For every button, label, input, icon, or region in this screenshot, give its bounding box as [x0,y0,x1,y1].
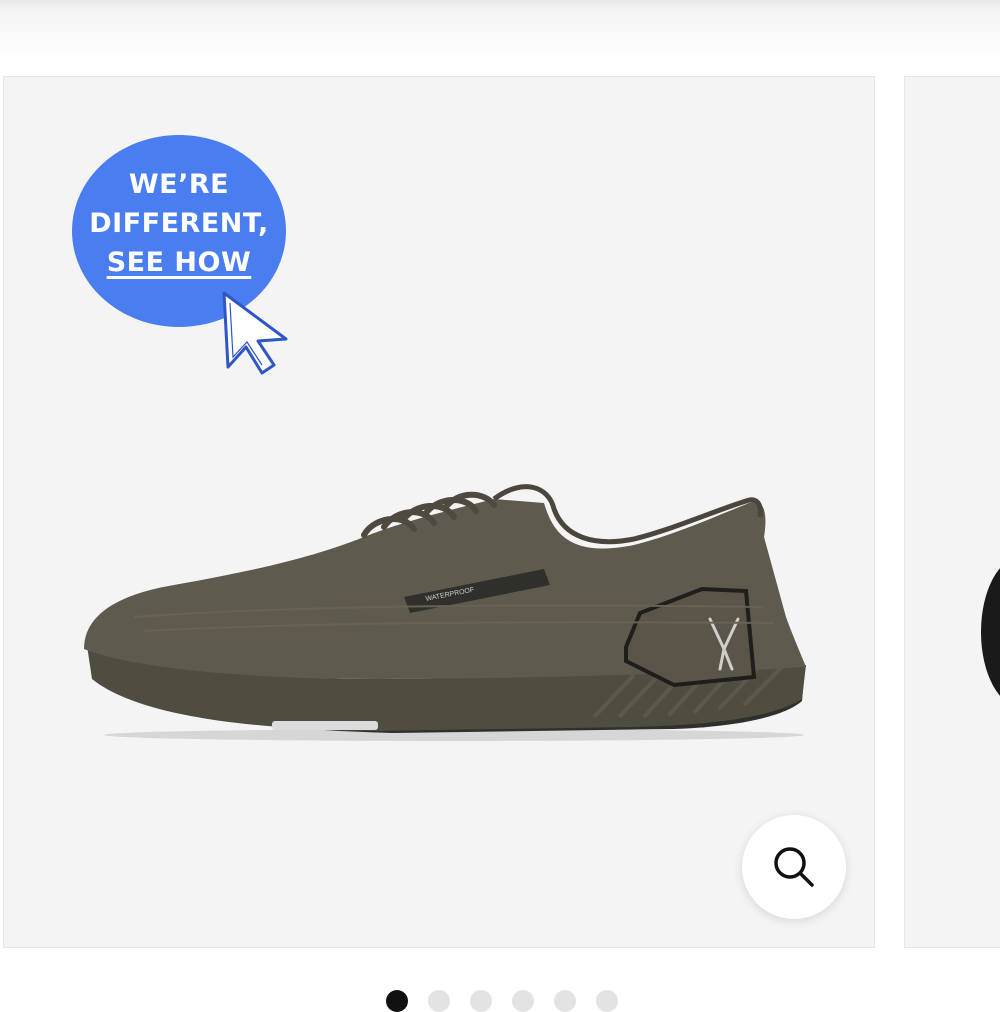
badge-line-3-wrap: SEE HOW [72,247,286,279]
product-image-card[interactable]: WE’RE DIFFERENT, SEE HOW WATERPROOF [3,76,875,948]
carousel-dot-3[interactable] [470,990,492,1012]
top-header-bar [0,0,1000,62]
carousel-dot-2[interactable] [428,990,450,1012]
carousel-dot-4[interactable] [512,990,534,1012]
see-how-link[interactable]: SEE HOW [107,247,252,278]
pointer-cursor-icon [222,291,288,375]
carousel-pagination [386,990,618,1012]
carousel-dot-5[interactable] [554,990,576,1012]
next-shoe-image [981,557,1000,707]
search-icon [774,847,814,887]
carousel-dot-1[interactable] [386,990,408,1012]
shoe-product-image: WATERPROOF [84,484,806,741]
next-product-image-card[interactable] [904,76,1000,948]
product-image-carousel[interactable]: WE’RE DIFFERENT, SEE HOW WATERPROOF [0,76,1000,950]
zoom-button[interactable] [742,815,846,919]
carousel-dot-6[interactable] [596,990,618,1012]
badge-line-2: DIFFERENT, [89,208,269,239]
badge-line-1: WE’RE [128,169,230,200]
